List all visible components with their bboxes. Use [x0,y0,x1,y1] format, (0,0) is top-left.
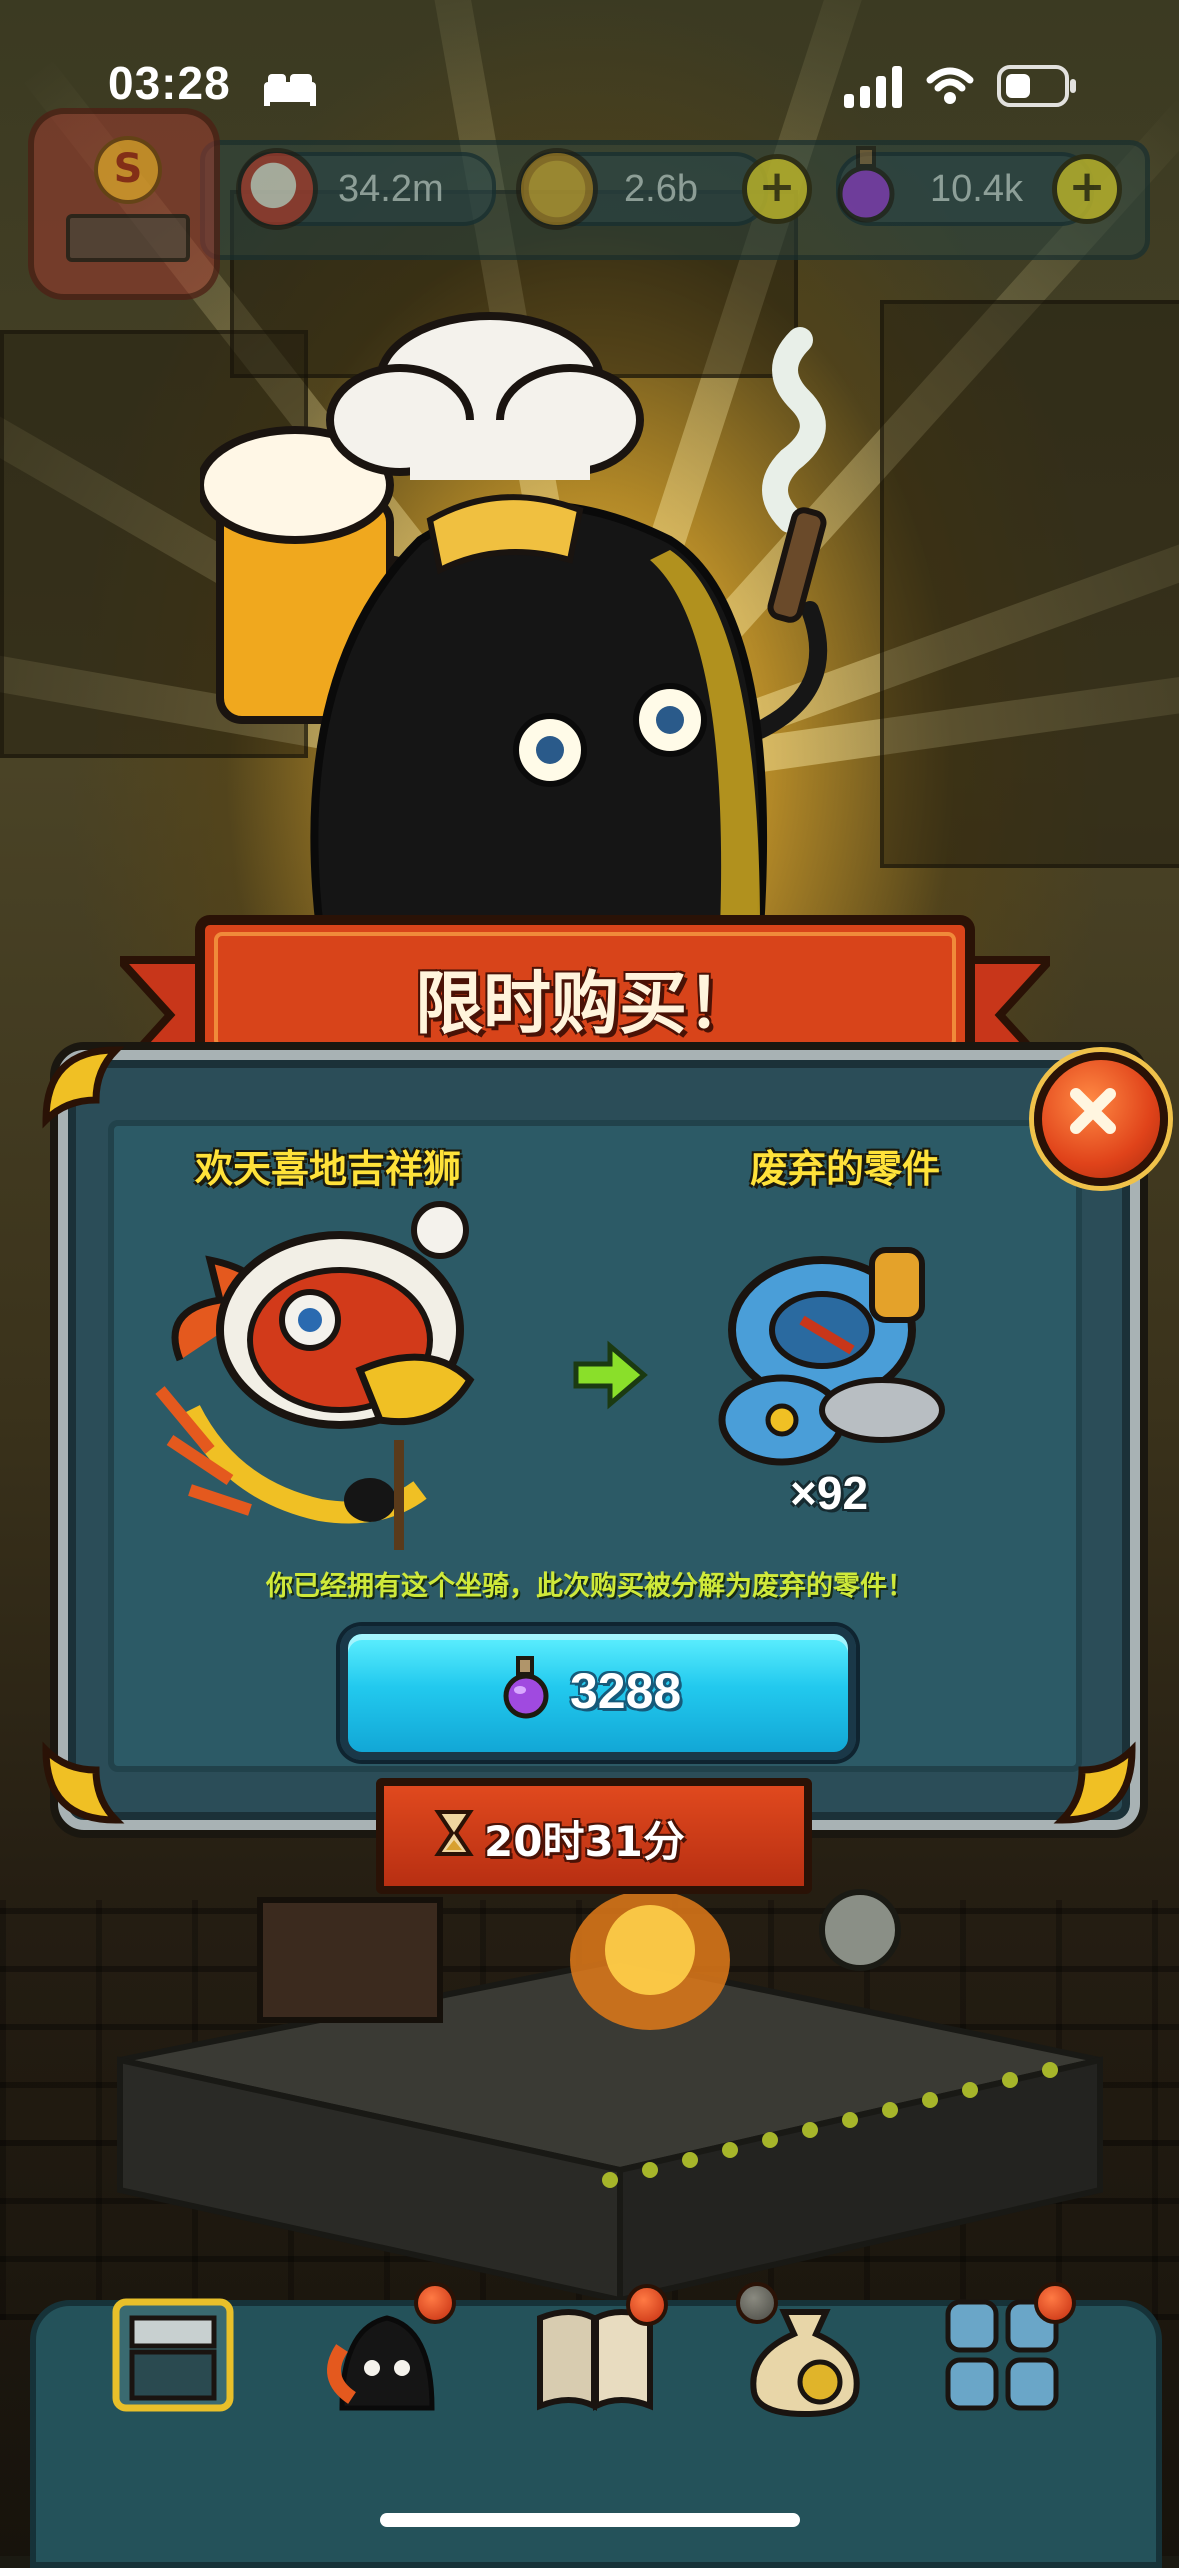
badge-banner [66,214,190,262]
potion-icon [503,1656,549,1719]
nav-shop-button[interactable] [108,2288,238,2418]
right-item-name: 废弃的零件 [749,1147,940,1191]
home-indicator[interactable] [380,2513,800,2527]
potion-icon [837,146,895,223]
sleep-focus-icon [264,74,316,106]
notification-dot [1034,2282,1076,2324]
eyeball-icon [236,148,318,230]
timer-text: 20时31分 [484,1817,685,1866]
close-icon [1070,1088,1116,1134]
close-button[interactable] [1034,1052,1168,1186]
badge-letter: S [94,136,162,204]
buy-button[interactable]: 3288 [340,1626,856,1760]
nav-grid-menu-button[interactable] [942,2282,1076,2418]
arrow-right-icon [573,1340,648,1410]
scrap-parts-icon [718,1247,945,1466]
ownership-notice: 你已经拥有这个坐骑，此次购买被分解为废弃的零件！ [266,1571,914,1602]
player-badge[interactable]: S [28,108,220,300]
notification-dot [414,2282,456,2324]
resource-coins-value: 2.6b [624,168,698,210]
nav-character-button[interactable] [322,2282,456,2418]
notification-dot [626,2284,668,2326]
countdown-timer: 20时31分 [376,1778,812,1894]
battery-icon [997,65,1076,107]
nav-money-bag-button[interactable] [736,2282,870,2418]
chef-blob-character [200,312,828,930]
hourglass-icon [434,1810,474,1856]
coin-icon [516,148,598,230]
resource-eyes-value: 34.2m [338,168,444,210]
add-potions-button[interactable]: + [1052,154,1122,224]
right-item-quantity: ×92 [790,1467,869,1519]
shop-building-icon [112,2298,234,2412]
corner-ornament [1053,1741,1136,1824]
dialog-title: 限时购买！ [414,965,755,1044]
lion-dance-mount-icon [155,1201,475,1550]
add-coins-button[interactable]: + [742,154,812,224]
badge-dot [736,2282,778,2324]
corner-ornament [42,1741,125,1824]
corner-ornament [42,1046,125,1129]
nav-book-button[interactable] [530,2284,668,2418]
buy-price: 3288 [570,1663,682,1719]
left-item-name: 欢天喜地吉祥狮 [194,1147,461,1191]
resource-potions-value: 10.4k [930,168,1023,210]
cellular-signal-icon [844,66,902,108]
status-time: 03:28 [108,57,231,109]
wifi-icon [926,67,974,104]
